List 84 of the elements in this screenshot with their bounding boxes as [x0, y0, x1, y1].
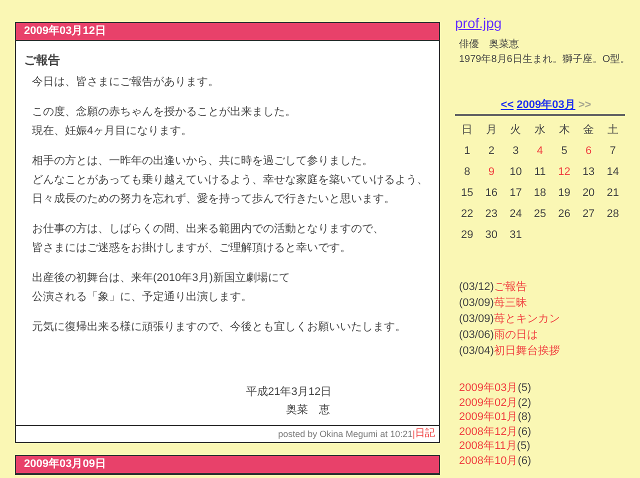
entry-link[interactable]: 初日舞台挨拶: [494, 343, 560, 359]
profile-image-link[interactable]: prof.jpg: [455, 14, 502, 32]
calendar-day: 8: [455, 162, 480, 183]
calendar-day: 10: [504, 162, 528, 183]
profile-text: 俳優 奥菜恵: [459, 38, 519, 52]
calendar-day: 28: [600, 204, 625, 225]
weekday-label: 金: [582, 123, 596, 138]
calendar-day: 1: [455, 141, 480, 162]
entry-date: (03/06): [459, 328, 494, 343]
calendar-day: 15: [455, 183, 480, 204]
signature-text: 奥菜 恵: [285, 402, 330, 418]
archive-count: (8): [518, 410, 532, 424]
weekday-label: 月: [484, 123, 498, 138]
calendar-day: 7: [600, 141, 625, 162]
archive-count: (6): [518, 424, 532, 439]
entry-link[interactable]: 苺とキンカン: [494, 311, 560, 327]
calendar-day: 14: [600, 162, 625, 183]
archive-count: (2): [518, 396, 532, 410]
calendar-day: 25: [528, 204, 552, 225]
post-text: 相手の方とは、一昨年の出逢いから、共に時を過ごして参りました。: [32, 154, 374, 169]
post-title: ご報告: [24, 52, 61, 69]
calendar-day[interactable]: 9: [479, 162, 504, 183]
entry-link[interactable]: 苺三昧: [494, 295, 527, 311]
weekday-label: 火: [509, 123, 522, 138]
entry-date: (03/04): [459, 344, 494, 359]
calendar-day: 17: [504, 183, 528, 204]
post-text: 公演される「象」に、予定通り出演します。: [32, 290, 253, 305]
archive-count: (6): [518, 454, 532, 468]
weekday-label: 土: [606, 123, 620, 138]
calendar-day[interactable]: 12: [552, 162, 576, 183]
post-text: 元気に復帰出来る様に頑張りますので、今後とも宜しくお願いいたします。: [32, 320, 407, 335]
post-text: 現在、妊娠4ヶ月目になります。: [32, 124, 194, 139]
entry-date: (03/09): [459, 296, 494, 311]
weekday-label: 水: [533, 123, 546, 138]
post-text: 出産後の初舞台は、来年(2010年3月)新国立劇場にて: [32, 270, 291, 286]
post-date: 2009年03月12日: [16, 23, 439, 41]
calendar-day: 20: [576, 183, 601, 204]
entry-date: (03/12): [459, 280, 494, 295]
calendar-day: 26: [552, 204, 576, 225]
calendar-month-link[interactable]: 2009年03月: [516, 98, 576, 113]
post-text: 皆さまにはご迷惑をお掛けしますが、ご理解頂けると幸いです。: [32, 240, 352, 256]
calendar-day: 3: [504, 141, 528, 162]
calendar-day[interactable]: 4: [528, 141, 552, 162]
archive-link[interactable]: 2008年10月: [459, 454, 518, 468]
archive-link[interactable]: 2009年01月: [459, 410, 518, 424]
post-text: どんなことがあっても乗り越えていけるよう、幸せな家庭を築いていけるよう、: [32, 172, 429, 188]
archive-link[interactable]: 2009年03月: [459, 381, 518, 396]
calendar-day: 16: [479, 183, 504, 204]
calendar-day: 23: [479, 204, 504, 225]
calendar-day: 22: [455, 204, 480, 225]
calendar-day: 24: [504, 204, 528, 225]
archive-link[interactable]: 2008年12月: [459, 424, 518, 439]
calendar-day: 5: [552, 141, 576, 162]
prev-month-link[interactable]: <<: [500, 98, 514, 113]
post-date: 2009年03月09日: [16, 456, 439, 474]
category-link[interactable]: 日記: [415, 426, 435, 442]
entry-link[interactable]: 雨の日は: [494, 327, 538, 343]
archive-link[interactable]: 2008年11月: [459, 439, 517, 454]
post-text: 日々成長のための努力を忘れず、愛を持って歩んで行きたいと思います。: [32, 192, 396, 207]
calendar-day: 27: [576, 204, 601, 225]
archive-count: (5): [516, 439, 530, 454]
post-text: この度、念願の赤ちゃんを授かることが出来ました。: [32, 104, 297, 120]
calendar-day: 11: [528, 162, 552, 183]
archive-count: (5): [518, 381, 532, 396]
post-meta: posted by Okina Megumi at 10:21: [278, 428, 413, 441]
archive-link[interactable]: 2009年02月: [459, 396, 518, 410]
calendar-day: 19: [552, 183, 576, 204]
calendar-day: 13: [576, 162, 601, 183]
calendar-day: 18: [528, 183, 552, 204]
entry-date: (03/09): [459, 312, 494, 327]
profile-text: 1979年8月6日生まれ。獅子座。O型。: [459, 52, 630, 67]
entry-link[interactable]: ご報告: [494, 279, 527, 295]
post-text: 今日は、皆さまにご報告があります。: [32, 74, 220, 90]
calendar-day: 29: [455, 225, 480, 246]
calendar-day: 2: [479, 141, 504, 162]
signature-text: 平成21年3月12日: [246, 385, 332, 400]
calendar-day: 30: [479, 225, 504, 246]
weekday-label: 日: [460, 123, 474, 138]
weekday-label: 木: [558, 123, 571, 138]
calendar-day: 31: [504, 225, 528, 246]
calendar-day: 21: [600, 183, 625, 204]
separator: |: [412, 428, 415, 441]
post-text: お仕事の方は、しばらくの間、出来る範囲内での活動となりますので、: [32, 222, 385, 237]
calendar-day[interactable]: 6: [576, 141, 601, 162]
